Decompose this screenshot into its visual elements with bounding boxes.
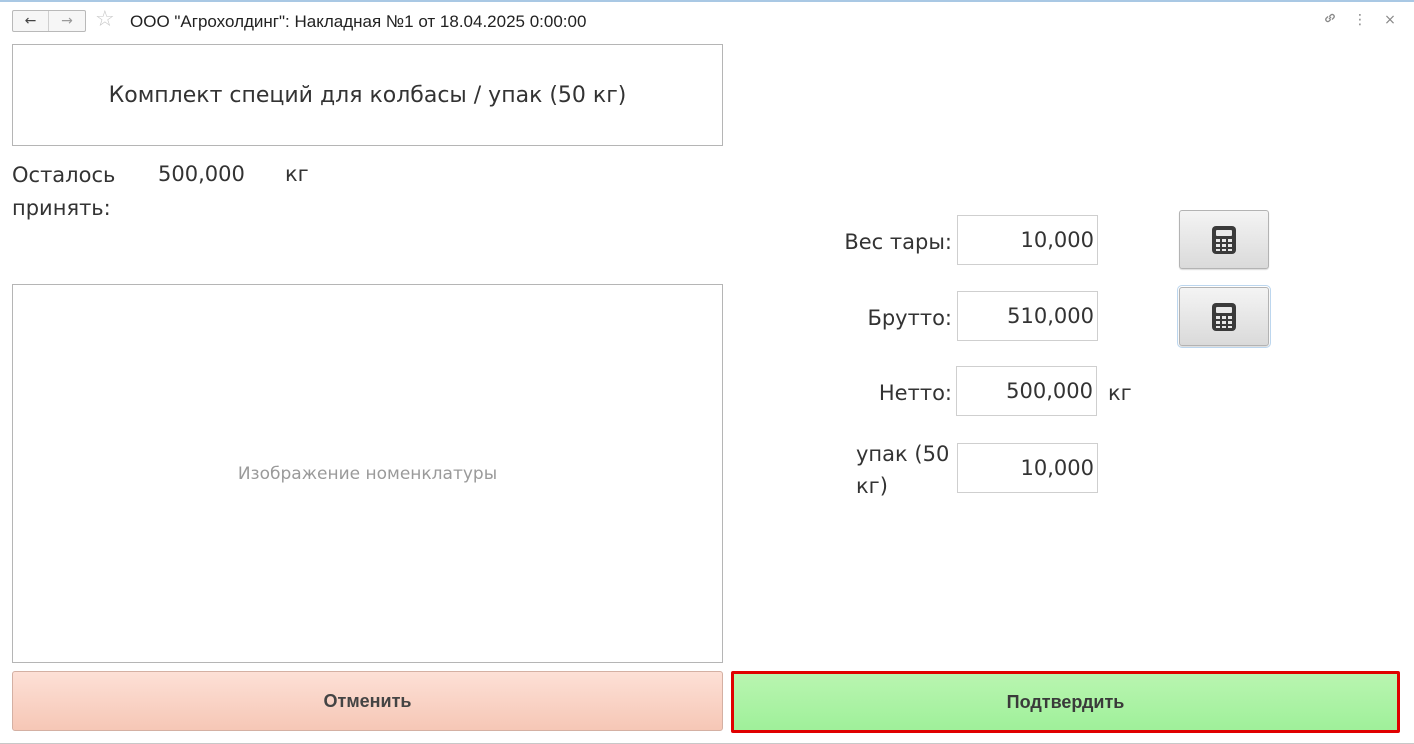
dialog-window: ← → ☆ ООО "Агрохолдинг": Накладная №1 от… [0, 0, 1414, 744]
back-button[interactable]: ← [13, 11, 49, 31]
link-icon[interactable] [1322, 11, 1338, 29]
gross-input[interactable]: 510,000 [957, 291, 1098, 341]
confirm-button[interactable]: Подтвердить [731, 671, 1400, 733]
calculator-icon [1212, 225, 1236, 254]
remaining-unit: кг [285, 162, 309, 186]
title-tools: ⋮ × [1322, 11, 1398, 29]
remaining-value: 500,000 [158, 162, 245, 186]
forward-button[interactable]: → [49, 11, 85, 31]
navigation-buttons: ← → [12, 10, 86, 32]
more-vertical-icon[interactable]: ⋮ [1352, 12, 1368, 28]
pack-label: упак (50 кг) [856, 442, 950, 498]
net-unit: кг [1108, 381, 1132, 405]
net-label: Нетто: [878, 381, 952, 405]
gross-label: Брутто: [867, 306, 952, 330]
cancel-button[interactable]: Отменить [12, 671, 723, 731]
calculator-icon [1212, 302, 1236, 331]
arrow-left-icon: ← [24, 13, 37, 29]
window-title: ООО "Агрохолдинг": Накладная №1 от 18.04… [130, 12, 587, 31]
product-name-box: Комплект специй для колбасы / упак (50 к… [12, 44, 723, 146]
title-bar: ← → ☆ ООО "Агрохолдинг": Накладная №1 от… [0, 2, 1414, 42]
tare-label: Вес тары: [844, 230, 952, 254]
arrow-right-icon: → [61, 13, 73, 29]
product-name: Комплект специй для колбасы / упак (50 к… [108, 82, 627, 108]
net-input[interactable]: 500,000 [956, 366, 1097, 416]
image-placeholder-text: Изображение номенклатуры [237, 463, 498, 484]
gross-calculator-button[interactable] [1177, 285, 1271, 348]
product-image-placeholder: Изображение номенклатуры [12, 284, 723, 663]
star-icon[interactable]: ☆ [95, 8, 115, 32]
tare-input[interactable]: 10,000 [957, 215, 1098, 265]
pack-input[interactable]: 10,000 [957, 443, 1098, 493]
close-icon[interactable]: × [1382, 12, 1398, 28]
remaining-label: Осталось принять: [12, 163, 116, 220]
tare-calculator-button[interactable] [1179, 210, 1269, 269]
